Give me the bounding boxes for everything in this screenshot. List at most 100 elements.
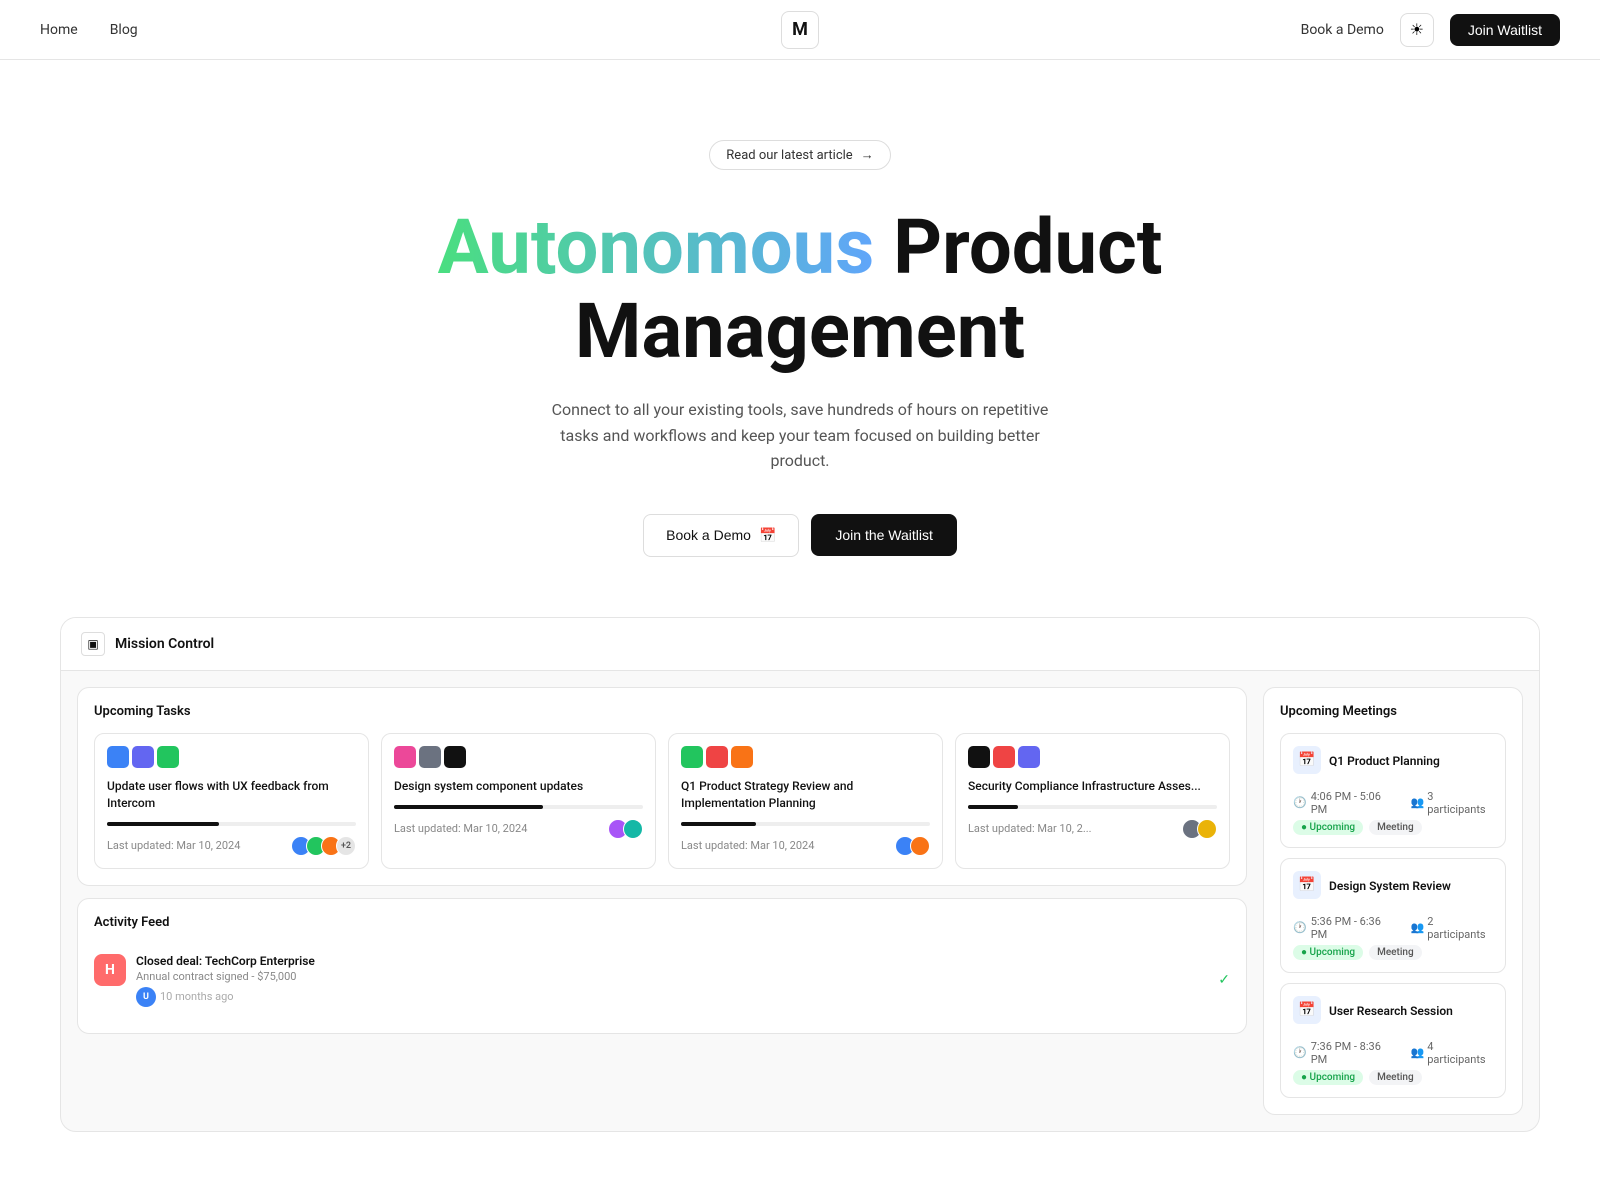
task-last-updated: Last updated: Mar 10, 2024 (394, 822, 527, 835)
theme-toggle-button[interactable]: ☀ (1400, 13, 1434, 47)
activity-list: H Closed deal: TechCorp Enterprise Annua… (94, 944, 1230, 1017)
nav-join-waitlist-button[interactable]: Join Waitlist (1450, 14, 1560, 46)
avatar (623, 819, 643, 839)
left-panel: Upcoming Tasks Update user flows with UX… (77, 687, 1247, 1115)
task-icon (132, 746, 154, 768)
task-avatars (608, 819, 643, 839)
activity-logo: H (94, 954, 126, 986)
task-progress-fill (107, 822, 219, 826)
people-icon: 👥 (1411, 1046, 1425, 1059)
task-title: Design system component updates (394, 778, 643, 795)
meeting-icon: 📅 (1293, 746, 1321, 774)
task-title: Security Compliance Infrastructure Asses… (968, 778, 1217, 795)
nav-home[interactable]: Home (40, 22, 78, 38)
dashboard-header: ▣ Mission Control (61, 618, 1539, 671)
task-icon (157, 746, 179, 768)
task-icons (394, 746, 643, 768)
activity-subtitle: Annual contract signed - $75,000 (136, 970, 1208, 983)
tag-meeting: Meeting (1369, 945, 1422, 960)
task-progress-bar (107, 822, 356, 826)
nav-blog[interactable]: Blog (110, 22, 138, 38)
clock-icon: 🕐 (1293, 1046, 1307, 1059)
activity-time: U 10 months ago (136, 987, 1208, 1007)
clock-icon: 🕐 (1293, 796, 1307, 809)
task-icon (1018, 746, 1040, 768)
task-card: Security Compliance Infrastructure Asses… (955, 733, 1230, 869)
dashboard-preview: ▣ Mission Control Upcoming Tasks Update … (60, 617, 1540, 1132)
nav-left: Home Blog (40, 22, 138, 38)
navbar: Home Blog M Book a Demo ☀ Join Waitlist (0, 0, 1600, 60)
article-badge-text: Read our latest article (726, 148, 852, 163)
task-last-updated: Last updated: Mar 10, 2... (968, 822, 1092, 835)
task-last-updated: Last updated: Mar 10, 2024 (681, 839, 814, 852)
task-progress-fill (968, 805, 1018, 809)
task-progress-bar (394, 805, 643, 809)
task-meta: Last updated: Mar 10, 2024 (394, 819, 643, 839)
task-progress-fill (394, 805, 543, 809)
participants: 👥4 participants (1411, 1040, 1493, 1066)
task-card: Q1 Product Strategy Review and Implement… (668, 733, 943, 869)
mission-control-icon: ▣ (81, 632, 105, 656)
task-avatars: +2 (291, 836, 356, 856)
tag-meeting: Meeting (1369, 820, 1422, 835)
activity-avatar: U (136, 987, 156, 1007)
meeting-time: 🕐5:36 PM - 6:36 PM 👥2 participants (1293, 915, 1493, 941)
task-card: Design system component updates Last upd… (381, 733, 656, 869)
activity-panel: Activity Feed H Closed deal: TechCorp En… (77, 898, 1247, 1034)
avatar-count: +2 (336, 836, 356, 856)
task-icons (681, 746, 930, 768)
book-demo-button[interactable]: Book a Demo 📅 (643, 514, 799, 557)
tasks-panel-title: Upcoming Tasks (94, 704, 1230, 719)
meeting-card: 📅 User Research Session 🕐7:36 PM - 8:36 … (1280, 983, 1506, 1098)
task-progress-bar (681, 822, 930, 826)
join-waitlist-button[interactable]: Join the Waitlist (811, 514, 957, 556)
activity-title: Closed deal: TechCorp Enterprise (136, 954, 1208, 968)
meeting-card: 📅 Design System Review 🕐5:36 PM - 6:36 P… (1280, 858, 1506, 973)
hero-subtitle: Connect to all your existing tools, save… (550, 397, 1050, 474)
task-icons (968, 746, 1217, 768)
nav-right: Book a Demo ☀ Join Waitlist (1301, 13, 1560, 47)
meeting-time: 🕐7:36 PM - 8:36 PM 👥4 participants (1293, 1040, 1493, 1066)
article-badge-arrow: → (861, 147, 874, 163)
meeting-icon: 📅 (1293, 871, 1321, 899)
task-meta: Last updated: Mar 10, 2024 (681, 836, 930, 856)
task-meta: Last updated: Mar 10, 2024 +2 (107, 836, 356, 856)
nav-book-demo[interactable]: Book a Demo (1301, 22, 1384, 38)
hero-title: Autonomous Product Management (40, 206, 1560, 373)
btn-demo-label: Book a Demo (666, 527, 751, 543)
hero-title-gradient: Autonomous (438, 202, 875, 292)
task-card: Update user flows with UX feedback from … (94, 733, 369, 869)
task-title: Update user flows with UX feedback from … (107, 778, 356, 812)
meetings-panel: Upcoming Meetings 📅 Q1 Product Planning … (1263, 687, 1523, 1115)
meeting-card: 📅 Q1 Product Planning 🕐4:06 PM - 5:06 PM… (1280, 733, 1506, 848)
article-badge[interactable]: Read our latest article → (709, 140, 890, 170)
meeting-title: Q1 Product Planning (1329, 754, 1440, 768)
meeting-tags: ● Upcoming Meeting (1293, 1070, 1493, 1085)
activity-content: Closed deal: TechCorp Enterprise Annual … (136, 954, 1208, 1007)
task-avatars (895, 836, 930, 856)
meetings-list: 📅 Q1 Product Planning 🕐4:06 PM - 5:06 PM… (1280, 733, 1506, 1098)
task-meta: Last updated: Mar 10, 2... (968, 819, 1217, 839)
meeting-tags: ● Upcoming Meeting (1293, 820, 1493, 835)
avatar (910, 836, 930, 856)
tag-upcoming: ● Upcoming (1293, 945, 1363, 960)
people-icon: 👥 (1411, 796, 1425, 809)
people-icon: 👥 (1411, 921, 1425, 934)
hero-buttons: Book a Demo 📅 Join the Waitlist (40, 514, 1560, 557)
task-last-updated: Last updated: Mar 10, 2024 (107, 839, 240, 852)
meeting-title: User Research Session (1329, 1004, 1453, 1018)
activity-item: H Closed deal: TechCorp Enterprise Annua… (94, 944, 1230, 1017)
task-icon (444, 746, 466, 768)
task-icon (731, 746, 753, 768)
task-icon (706, 746, 728, 768)
meeting-tags: ● Upcoming Meeting (1293, 945, 1493, 960)
tasks-grid: Update user flows with UX feedback from … (94, 733, 1230, 869)
task-title: Q1 Product Strategy Review and Implement… (681, 778, 930, 812)
nav-logo: M (781, 11, 819, 49)
tag-upcoming: ● Upcoming (1293, 820, 1363, 835)
task-icon (107, 746, 129, 768)
tag-meeting: Meeting (1369, 1070, 1422, 1085)
tag-upcoming: ● Upcoming (1293, 1070, 1363, 1085)
task-progress-bar (968, 805, 1217, 809)
task-icon (394, 746, 416, 768)
